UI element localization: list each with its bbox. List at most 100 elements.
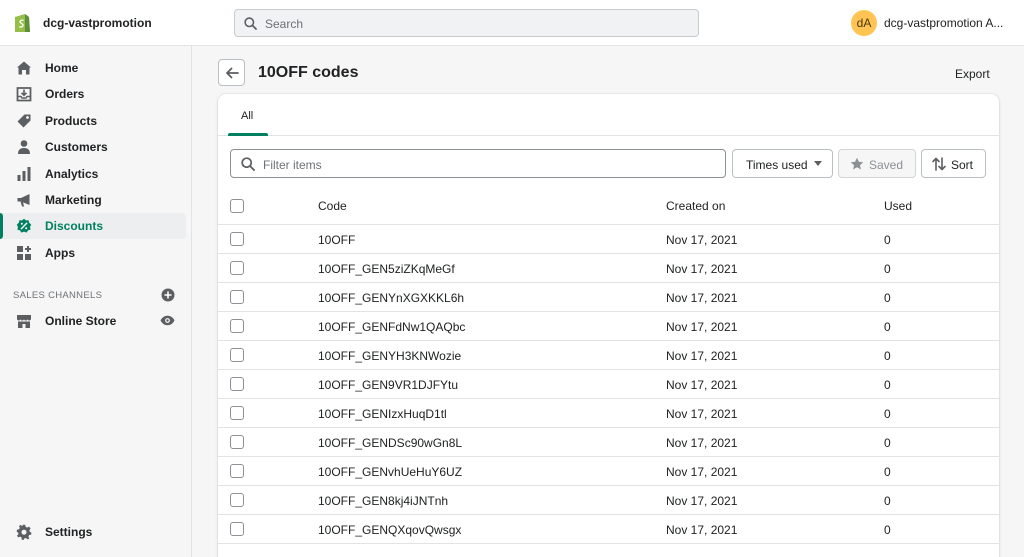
store-icon — [17, 315, 31, 328]
sidebar-item-marketing[interactable]: Marketing — [0, 187, 186, 213]
created-cell: Nov 17, 2021 — [666, 465, 738, 479]
sidebar-item-label: Marketing — [45, 193, 102, 207]
code-cell[interactable]: 10OFF_GEN9VR1DJFYtu — [318, 378, 458, 392]
add-sales-channel-icon[interactable] — [161, 288, 175, 302]
person-icon — [18, 140, 30, 154]
sort-icon — [932, 157, 946, 171]
created-cell: Nov 17, 2021 — [666, 262, 738, 276]
created-cell: Nov 17, 2021 — [666, 494, 738, 508]
code-cell[interactable]: 10OFF_GENQXqovQwsgx — [318, 523, 461, 537]
code-cell[interactable]: 10OFF_GENDSc90wGn8L — [318, 436, 462, 450]
tab-bar: All — [218, 94, 999, 136]
row-checkbox[interactable] — [230, 435, 244, 449]
table-row[interactable]: 10OFF_GENvhUeHuY6UZ Nov 17, 2021 0 — [218, 457, 999, 486]
avatar[interactable]: dA — [851, 10, 877, 36]
created-cell: Nov 17, 2021 — [666, 378, 738, 392]
sidebar-item-label: Analytics — [45, 167, 99, 181]
sidebar-item-label: Products — [45, 114, 98, 128]
sidebar-item-online-store[interactable]: Online Store — [0, 308, 186, 334]
table-row[interactable]: 10OFF_GENYH3KNWozie Nov 17, 2021 0 — [218, 341, 999, 370]
page-title: 10OFF codes — [258, 64, 359, 81]
filter-input[interactable]: Filter items — [230, 149, 726, 178]
row-checkbox[interactable] — [230, 348, 244, 362]
row-checkbox[interactable] — [230, 522, 244, 536]
code-cell[interactable]: 10OFF_GEN8kj4iJNTnh — [318, 494, 448, 508]
code-cell[interactable]: 10OFF — [318, 233, 355, 247]
apps-icon — [17, 246, 31, 260]
star-icon — [850, 157, 864, 170]
used-cell: 0 — [884, 378, 891, 392]
used-cell: 0 — [884, 436, 891, 450]
used-cell: 0 — [884, 407, 891, 421]
table-row[interactable]: 10OFF_GENDSc90wGn8L Nov 17, 2021 0 — [218, 428, 999, 457]
used-cell: 0 — [884, 233, 891, 247]
used-cell: 0 — [884, 523, 891, 537]
code-cell[interactable]: 10OFF_GENIzxHuqD1tl — [318, 407, 447, 421]
times-used-label: Times used — [746, 158, 808, 172]
tab-selected-indicator — [228, 133, 268, 136]
code-cell[interactable]: 10OFF_GENvhUeHuY6UZ — [318, 465, 462, 479]
sidebar-item-analytics[interactable]: Analytics — [0, 161, 186, 187]
sidebar-item-label: Home — [45, 61, 79, 75]
sidebar-item-label: Settings — [45, 525, 93, 539]
used-cell: 0 — [884, 465, 891, 479]
back-button[interactable] — [218, 59, 245, 86]
store-name[interactable]: dcg-vastpromotion — [43, 16, 152, 30]
created-cell: Nov 17, 2021 — [666, 436, 738, 450]
created-cell: Nov 17, 2021 — [666, 523, 738, 537]
table-header: Code Created on Used — [218, 189, 999, 225]
table-row[interactable]: 10OFF_GENQXqovQwsgx Nov 17, 2021 0 — [218, 515, 999, 544]
created-cell: Nov 17, 2021 — [666, 349, 738, 363]
code-cell[interactable]: 10OFF_GENYnXGXKKL6h — [318, 291, 464, 305]
table-row[interactable]: 10OFF_GEN9VR1DJFYtu Nov 17, 2021 0 — [218, 370, 999, 399]
saved-label: Saved — [869, 158, 904, 172]
code-cell[interactable]: 10OFF_GENYH3KNWozie — [318, 349, 461, 363]
table-row[interactable]: 10OFF_GENIzxHuqD1tl Nov 17, 2021 0 — [218, 399, 999, 428]
table-row[interactable]: 10OFF Nov 17, 2021 0 — [218, 225, 999, 254]
row-checkbox[interactable] — [230, 261, 244, 275]
sidebar: Home Orders Products Customers Analytics — [0, 46, 192, 557]
row-checkbox[interactable] — [230, 406, 244, 420]
sidebar-item-home[interactable]: Home — [0, 55, 186, 81]
table-row[interactable]: 10OFF_GEN8kj4iJNTnh Nov 17, 2021 0 — [218, 486, 999, 515]
sidebar-item-discounts[interactable]: Discounts — [0, 213, 186, 239]
column-header-used[interactable]: Used — [884, 199, 912, 213]
created-cell: Nov 17, 2021 — [666, 407, 738, 421]
filter-placeholder: Filter items — [263, 158, 322, 172]
sidebar-item-apps[interactable]: Apps — [0, 240, 186, 266]
row-checkbox[interactable] — [230, 464, 244, 478]
account-name[interactable]: dcg-vastpromotion A... — [884, 16, 1003, 30]
row-checkbox[interactable] — [230, 319, 244, 333]
created-cell: Nov 17, 2021 — [666, 233, 738, 247]
sidebar-item-customers[interactable]: Customers — [0, 134, 186, 160]
row-checkbox[interactable] — [230, 377, 244, 391]
tab-all[interactable]: All — [228, 94, 268, 136]
shopify-logo-icon[interactable] — [12, 12, 32, 34]
sidebar-item-settings[interactable]: Settings — [0, 519, 186, 545]
select-all-checkbox[interactable] — [230, 199, 244, 213]
used-cell: 0 — [884, 494, 891, 508]
column-header-code[interactable]: Code — [318, 199, 347, 213]
sort-button[interactable]: Sort — [921, 149, 986, 178]
column-header-created[interactable]: Created on — [666, 199, 725, 213]
table-row[interactable]: 10OFF_GENFdNw1QAQbc Nov 17, 2021 0 — [218, 312, 999, 341]
times-used-filter-button[interactable]: Times used — [732, 149, 833, 178]
discount-icon — [16, 218, 32, 233]
table-row[interactable]: 10OFF_GEN5ziZKqMeGf Nov 17, 2021 0 — [218, 254, 999, 283]
code-cell[interactable]: 10OFF_GEN5ziZKqMeGf — [318, 262, 455, 276]
sidebar-item-products[interactable]: Products — [0, 108, 186, 134]
table-row[interactable]: 10OFF_GENYnXGXKKL6h Nov 17, 2021 0 — [218, 283, 999, 312]
saved-button[interactable]: Saved — [838, 149, 916, 178]
row-checkbox[interactable] — [230, 493, 244, 507]
row-checkbox[interactable] — [230, 290, 244, 304]
orders-icon — [16, 87, 32, 102]
code-cell[interactable]: 10OFF_GENFdNw1QAQbc — [318, 320, 465, 334]
megaphone-icon — [17, 194, 30, 207]
search-input[interactable]: Search — [234, 9, 699, 37]
eye-icon[interactable] — [160, 315, 175, 326]
used-cell: 0 — [884, 349, 891, 363]
sidebar-item-label: Discounts — [45, 219, 104, 233]
export-button[interactable]: Export — [955, 67, 990, 81]
row-checkbox[interactable] — [230, 232, 244, 246]
sidebar-item-orders[interactable]: Orders — [0, 81, 186, 107]
